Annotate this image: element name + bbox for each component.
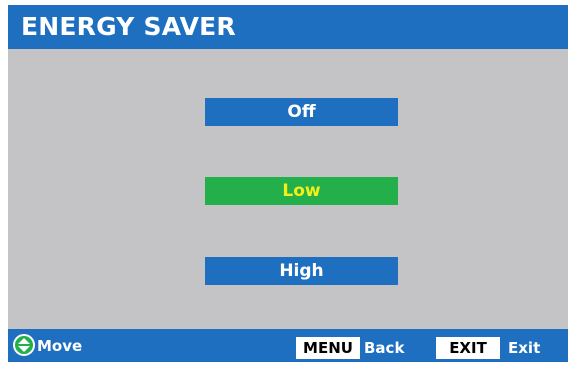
footer-bar: Move MENU Back EXIT Exit bbox=[8, 329, 568, 362]
option-off[interactable]: Off bbox=[205, 98, 398, 126]
menu-key[interactable]: MENU bbox=[296, 337, 360, 359]
exit-key[interactable]: EXIT bbox=[436, 337, 500, 359]
exit-hint: Exit bbox=[508, 339, 541, 357]
page-title: ENERGY SAVER bbox=[21, 12, 236, 41]
back-hint: Back bbox=[364, 339, 405, 357]
energy-saver-screen: ENERGY SAVER Off Low High Move MENU Back… bbox=[8, 5, 568, 362]
option-low[interactable]: Low bbox=[205, 177, 398, 205]
up-down-arrow-icon bbox=[13, 334, 35, 356]
move-hint: Move bbox=[37, 337, 83, 355]
option-high[interactable]: High bbox=[205, 257, 398, 285]
title-bar: ENERGY SAVER bbox=[8, 5, 568, 49]
